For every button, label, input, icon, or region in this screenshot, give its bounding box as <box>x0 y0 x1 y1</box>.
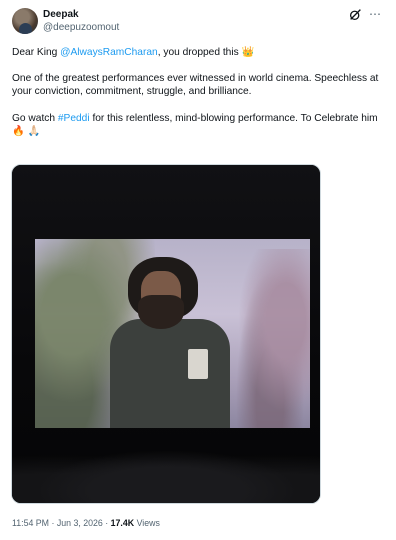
hashtag-link[interactable]: #Peddi <box>58 113 90 124</box>
separator: · <box>102 518 111 528</box>
tweet-paragraph-3: Go watch #Peddi for this relentless, min… <box>12 112 384 138</box>
views-count: 17.4K <box>110 518 135 528</box>
crown-emoji: 👑 <box>241 47 255 58</box>
beard <box>138 295 184 329</box>
shirt-pocket <box>188 349 208 379</box>
tweet-header: Deepak @deepuzoomout ⋯ <box>12 8 384 42</box>
tweet-text: Dear King @AlwaysRamCharan, you dropped … <box>12 46 384 151</box>
more-icon[interactable]: ⋯ <box>368 8 382 21</box>
text-segment: for this relentless, mind-blowing perfor… <box>89 112 378 124</box>
actor-figure <box>110 257 230 428</box>
tweet-meta: 11:54 PM · Jun 3, 2026 · 17.4K Views <box>12 518 160 528</box>
cinema-screen <box>35 239 310 428</box>
tweet-paragraph-1: Dear King @AlwaysRamCharan, you dropped … <box>12 46 384 59</box>
text-segment: Dear King <box>12 47 61 58</box>
shirt <box>110 319 230 428</box>
fire-emoji: 🔥 <box>12 125 25 137</box>
folded-hands-emoji: 🙏🏻 <box>27 125 41 137</box>
avatar[interactable] <box>12 8 38 34</box>
text-segment: , you dropped this <box>157 47 242 58</box>
foliage-right <box>230 249 310 428</box>
mention-link[interactable]: @AlwaysRamCharan <box>60 47 158 58</box>
audience-silhouettes <box>12 443 320 503</box>
author-handle[interactable]: @deepuzoomout <box>43 22 119 33</box>
views-label: Views <box>134 518 160 528</box>
separator: · <box>49 518 57 528</box>
tweet-media-photo[interactable] <box>11 164 321 504</box>
tweet-date[interactable]: Jun 3, 2026 <box>57 518 103 528</box>
tweet-paragraph-2: One of the greatest performances ever wi… <box>12 73 379 98</box>
author-name[interactable]: Deepak <box>43 9 79 20</box>
grok-icon[interactable] <box>349 8 362 21</box>
text-segment: Go watch <box>12 112 58 124</box>
tweet-time[interactable]: 11:54 PM <box>12 518 49 528</box>
